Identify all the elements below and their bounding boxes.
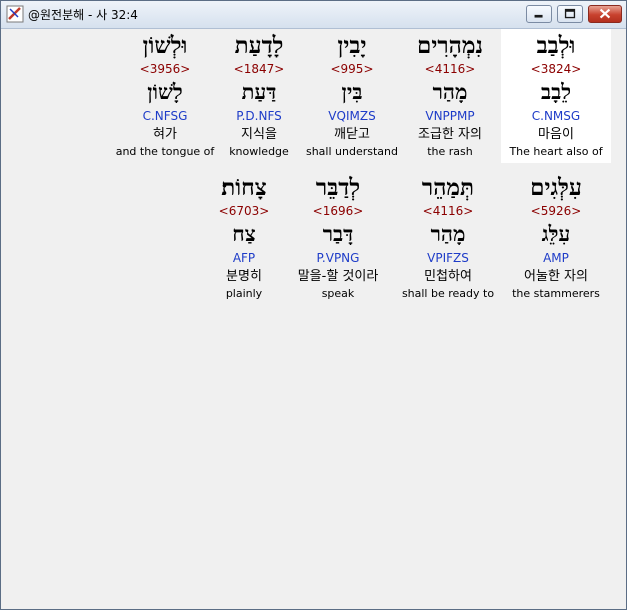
english-gloss: plainly (225, 287, 263, 300)
close-button[interactable] (588, 5, 622, 23)
close-icon (599, 8, 611, 19)
lemma: לָשׁוֹן (147, 79, 183, 104)
morphology-code: C.NFSG (142, 109, 188, 123)
lemma: דַּעַת (241, 79, 277, 104)
word-cell[interactable]: נִמְהָרִים <4116> מָהַר VNPPMP 조급한 자의 th… (395, 29, 505, 163)
strong-number: <1847> (233, 62, 285, 76)
word-cell[interactable]: לָדָעַת <1847> דַּעַת P.D.NFS 지식을 knowle… (204, 29, 314, 163)
lemma: דָּבַר (322, 221, 354, 246)
morphology-code: VPIFZS (427, 251, 469, 265)
korean-gloss: 분명히 (226, 269, 262, 284)
maximize-icon (564, 8, 576, 19)
minimize-icon (534, 14, 543, 18)
lemma: צַח (232, 221, 256, 246)
korean-gloss: 지식을 (241, 127, 277, 142)
english-gloss: the stammerers (512, 287, 600, 300)
hebrew-word: צָחוֹת׃ (221, 174, 267, 201)
english-gloss: speak (321, 287, 355, 300)
hebrew-word: לָדָעַת (234, 32, 284, 59)
lemma: לֵבָב (540, 79, 572, 104)
word-cell[interactable]: תְּמַהֵר <4116> מָהַר VPIFZS 민첩하여 shall … (393, 171, 503, 305)
maximize-button[interactable] (557, 5, 583, 23)
hebrew-word: תְּמַהֵר (421, 174, 475, 201)
strong-number: <4116> (422, 204, 474, 218)
word-cell[interactable]: עִלְּגִים <5926> עִלֵּג AMP 어눌한 자의 the s… (501, 171, 611, 305)
word-cell[interactable]: וּלְבַב <3824> לֵבָב C.NMSG 마음이 The hear… (501, 29, 611, 163)
strong-number: <6703> (218, 204, 270, 218)
verse-line-1: וּלְבַב <3824> לֵבָב C.NMSG 마음이 The hear… (6, 29, 620, 163)
lemma: מָהַר (432, 79, 468, 104)
english-gloss: The heart also of (509, 145, 603, 158)
hebrew-word: וּלְבַב (536, 32, 576, 59)
english-gloss: the rash (427, 145, 473, 158)
word-cell[interactable]: צָחוֹת׃ <6703> צַח AFP 분명히 plainly (189, 171, 299, 305)
minimize-button[interactable] (526, 5, 552, 23)
strong-number: <5926> (530, 204, 582, 218)
hebrew-word: לְדַבֵּר (315, 174, 361, 201)
strong-number: <4116> (424, 62, 476, 76)
lemma: מָהַר (430, 221, 466, 246)
hebrew-word: נִמְהָרִים (416, 32, 484, 59)
strong-number: <1696> (312, 204, 364, 218)
strong-number: <3956> (139, 62, 191, 76)
korean-gloss: 어눌한 자의 (524, 269, 588, 284)
app-icon (6, 5, 24, 23)
english-gloss: knowledge (229, 145, 289, 158)
word-cell[interactable]: וּלְשׁוֹן <3956> לָשׁוֹן C.NFSG 혀가 and t… (110, 29, 220, 163)
hebrew-word: וּלְשׁוֹן (142, 32, 188, 59)
app-window: @원전분해 - 사 32:4 וּלְבַב <3824> לֵבָב C.NM… (0, 0, 627, 610)
korean-gloss: 민첩하여 (424, 269, 472, 284)
title-bar[interactable]: @원전분해 - 사 32:4 (1, 1, 626, 29)
morphology-code: AFP (232, 251, 256, 265)
analysis-panel: וּלְבַב <3824> לֵבָב C.NMSG 마음이 The hear… (6, 29, 620, 605)
window-title: @원전분해 - 사 32:4 (28, 8, 138, 22)
morphology-code: C.NMSG (531, 109, 581, 123)
korean-gloss: 마음이 (538, 127, 574, 142)
korean-gloss: 조급한 자의 (418, 127, 482, 142)
english-gloss: shall be ready to (401, 287, 495, 300)
hebrew-word: עִלְּגִים (530, 174, 582, 201)
korean-gloss: 말을-할 것이라 (297, 269, 379, 284)
korean-gloss: 혀가 (153, 127, 177, 142)
morphology-code: P.VPNG (316, 251, 360, 265)
english-gloss: and the tongue of (115, 145, 215, 158)
morphology-code: AMP (543, 251, 569, 265)
morphology-code: P.D.NFS (236, 109, 282, 123)
verse-line-2: עִלְּגִים <5926> עִלֵּג AMP 어눌한 자의 the s… (6, 171, 620, 305)
word-cell[interactable]: לְדַבֵּר <1696> דָּבַר P.VPNG 말을-할 것이라 s… (283, 171, 393, 305)
morphology-code: VNPPMP (425, 109, 475, 123)
strong-number: <3824> (530, 62, 582, 76)
lemma: עִלֵּג (541, 221, 571, 246)
